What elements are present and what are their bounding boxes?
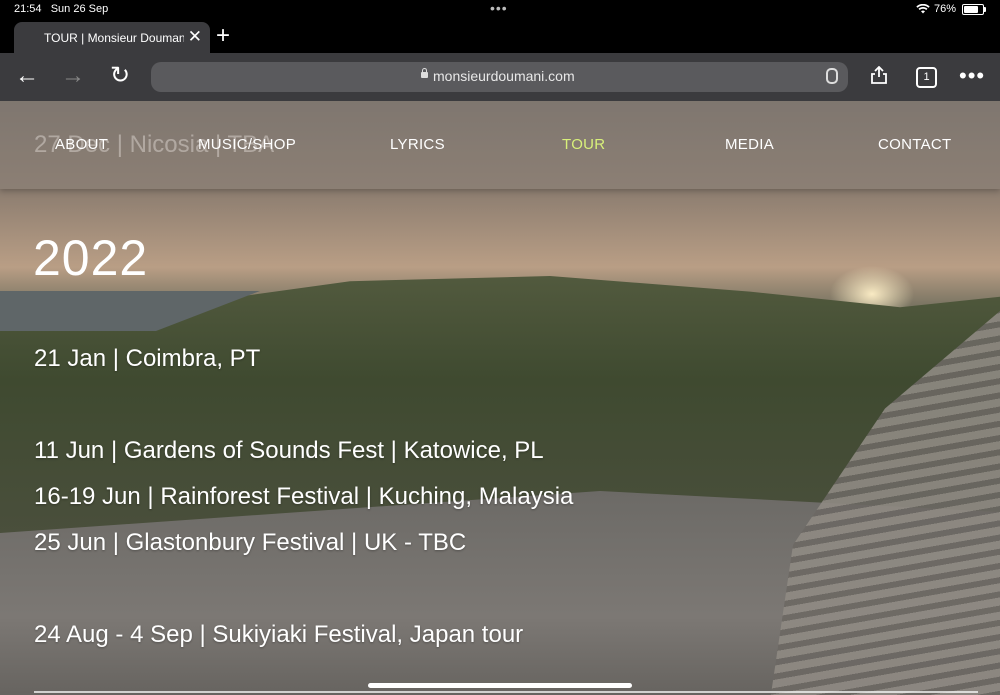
nav-media[interactable]: MEDIA bbox=[725, 136, 774, 153]
page-bottom-line bbox=[34, 691, 978, 693]
new-tab-icon[interactable]: + bbox=[216, 21, 230, 51]
nav-music-shop[interactable]: MUSIC/SHOP bbox=[198, 136, 296, 153]
more-options-icon[interactable]: ••• bbox=[959, 63, 985, 89]
share-icon[interactable] bbox=[870, 66, 888, 84]
home-indicator[interactable] bbox=[368, 683, 632, 688]
address-bar[interactable]: monsieurdoumani.com bbox=[151, 62, 848, 92]
tab-strip: TOUR | Monsieur Doumani ✕ + bbox=[0, 20, 1000, 53]
reload-icon[interactable]: ↻ bbox=[107, 63, 133, 89]
wifi-icon bbox=[916, 4, 930, 14]
lock-icon bbox=[421, 68, 428, 78]
battery-percent: 76% bbox=[933, 3, 956, 15]
forward-arrow-icon[interactable]: → bbox=[60, 63, 86, 89]
address-url: monsieurdoumani.com bbox=[433, 68, 575, 84]
nav-contact[interactable]: CONTACT bbox=[878, 136, 951, 153]
tour-year-heading: 2022 bbox=[33, 230, 149, 286]
tour-event: 25 Jun | Glastonbury Festival | UK - TBC bbox=[34, 529, 467, 556]
multitask-dots-icon[interactable]: ••• bbox=[490, 0, 508, 16]
nav-lyrics[interactable]: LYRICS bbox=[390, 136, 445, 153]
tour-event: 11 Jun | Gardens of Sounds Fest | Katowi… bbox=[34, 437, 544, 464]
tabs-overview-button[interactable]: 1 bbox=[916, 67, 937, 88]
status-time: 21:54 Sun 26 Sep bbox=[14, 3, 109, 15]
web-page: 27 Dec | Nicosia | TBA ABOUT MUSIC/SHOP … bbox=[0, 101, 1000, 695]
nav-about[interactable]: ABOUT bbox=[55, 136, 108, 153]
microphone-icon[interactable] bbox=[826, 68, 838, 84]
browser-toolbar: ← → ↻ monsieurdoumani.com 1 ••• bbox=[0, 53, 1000, 101]
status-right: 76% bbox=[916, 3, 986, 15]
site-navbar: 27 Dec | Nicosia | TBA ABOUT MUSIC/SHOP … bbox=[0, 101, 1000, 189]
tour-event: 24 Aug - 4 Sep | Sukiyiaki Festival, Jap… bbox=[34, 621, 524, 648]
tour-event: 21 Jan | Coimbra, PT bbox=[34, 345, 261, 372]
close-tab-icon[interactable]: ✕ bbox=[188, 27, 202, 47]
tab-title: TOUR | Monsieur Doumani bbox=[44, 31, 184, 45]
status-bar: 21:54 Sun 26 Sep ••• 76% bbox=[0, 0, 1000, 20]
nav-tour[interactable]: TOUR bbox=[562, 136, 605, 153]
browser-tab[interactable]: TOUR | Monsieur Doumani ✕ bbox=[14, 22, 210, 53]
back-arrow-icon[interactable]: ← bbox=[14, 63, 40, 89]
tour-event: 16-19 Jun | Rainforest Festival | Kuchin… bbox=[34, 483, 574, 510]
battery-icon bbox=[962, 3, 986, 15]
